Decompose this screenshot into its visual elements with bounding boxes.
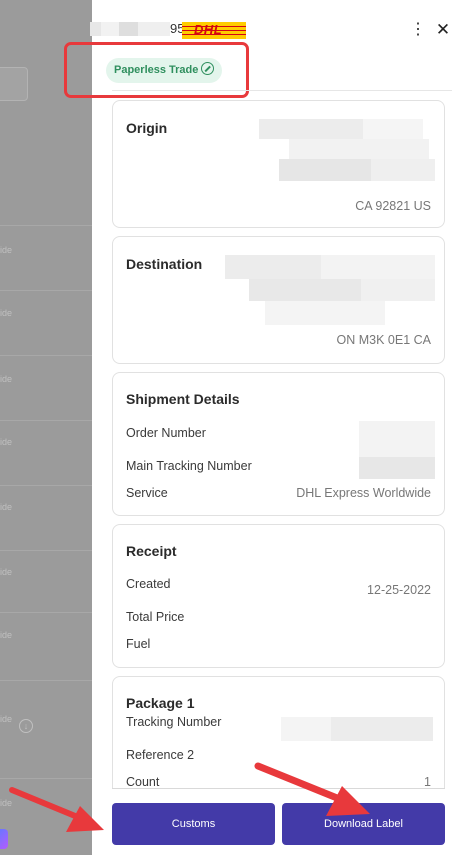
drawer-header: 95 DHL ⋮ ✕ Paperless Trade [64, 0, 463, 98]
total-price-label: Total Price [126, 610, 185, 624]
receipt-title: Receipt [126, 543, 177, 559]
annotation-arrow-customs [9, 787, 83, 821]
background-row-text: ide [0, 437, 13, 447]
background-row-divider [0, 485, 92, 486]
drawer-content[interactable]: Origin CA 92821 US Destination ON M3K 0E… [112, 100, 445, 788]
shipment-details-title: Shipment Details [126, 391, 240, 407]
origin-postal-line: CA 92821 US [355, 199, 431, 213]
download-icon: ↓ [19, 719, 33, 733]
redacted-order-and-tracking [359, 421, 435, 479]
created-value: 12-25-2022 [367, 583, 431, 597]
redacted-origin-address [259, 119, 435, 181]
origin-card: Origin CA 92821 US [112, 100, 445, 228]
package-title: Package 1 [126, 695, 195, 711]
annotation-arrow-download [254, 762, 346, 804]
background-row-divider [0, 420, 92, 421]
background-row-text: ide [0, 308, 13, 318]
shipment-details-card: Shipment Details Order Number Main Track… [112, 372, 445, 516]
created-label: Created [126, 577, 171, 591]
receipt-card: Receipt Created 12-25-2022 Total Price F… [112, 524, 445, 668]
more-options-icon[interactable]: ⋮ [410, 20, 426, 40]
background-search-field [0, 67, 28, 101]
service-label: Service [126, 486, 168, 500]
background-row-text: ide [0, 630, 13, 640]
background-row-text: ide [0, 502, 13, 512]
package-tracking-number-label: Tracking Number [126, 715, 222, 729]
destination-card: Destination ON M3K 0E1 CA [112, 236, 445, 364]
redacted-tracking-number [90, 22, 170, 36]
background-row-text: ide [0, 245, 13, 255]
annotation-arrowhead-customs [66, 806, 104, 832]
background-row-text: ide [0, 567, 13, 577]
shipment-drawer: 95 DHL ⋮ ✕ Paperless Trade Origin CA 928… [64, 0, 463, 855]
annotation-arrowhead-download [326, 786, 370, 816]
background-list: ide ide ide ide ide ide ide ide ↓ ide [0, 0, 92, 855]
background-row-text: ide [0, 374, 13, 384]
service-value: DHL Express Worldwide [296, 486, 431, 500]
dhl-logo: DHL [182, 22, 246, 39]
background-row-divider [0, 290, 92, 291]
redacted-destination-address [225, 255, 435, 325]
background-row-divider [0, 680, 92, 681]
background-row-divider [0, 355, 92, 356]
destination-postal-line: ON M3K 0E1 CA [336, 333, 431, 347]
annotation-arrows [9, 762, 370, 832]
background-row-text: ide [0, 714, 13, 724]
background-row-divider [0, 225, 92, 226]
destination-title: Destination [126, 256, 203, 272]
header-divider [112, 90, 452, 91]
fuel-label: Fuel [126, 637, 151, 651]
order-number-label: Order Number [126, 426, 206, 440]
close-icon[interactable]: ✕ [435, 20, 451, 40]
main-tracking-number-label: Main Tracking Number [126, 459, 252, 473]
background-row-divider [0, 612, 92, 613]
background-row-divider [0, 550, 92, 551]
origin-title: Origin [126, 120, 168, 136]
redacted-package-tracking [281, 717, 433, 741]
